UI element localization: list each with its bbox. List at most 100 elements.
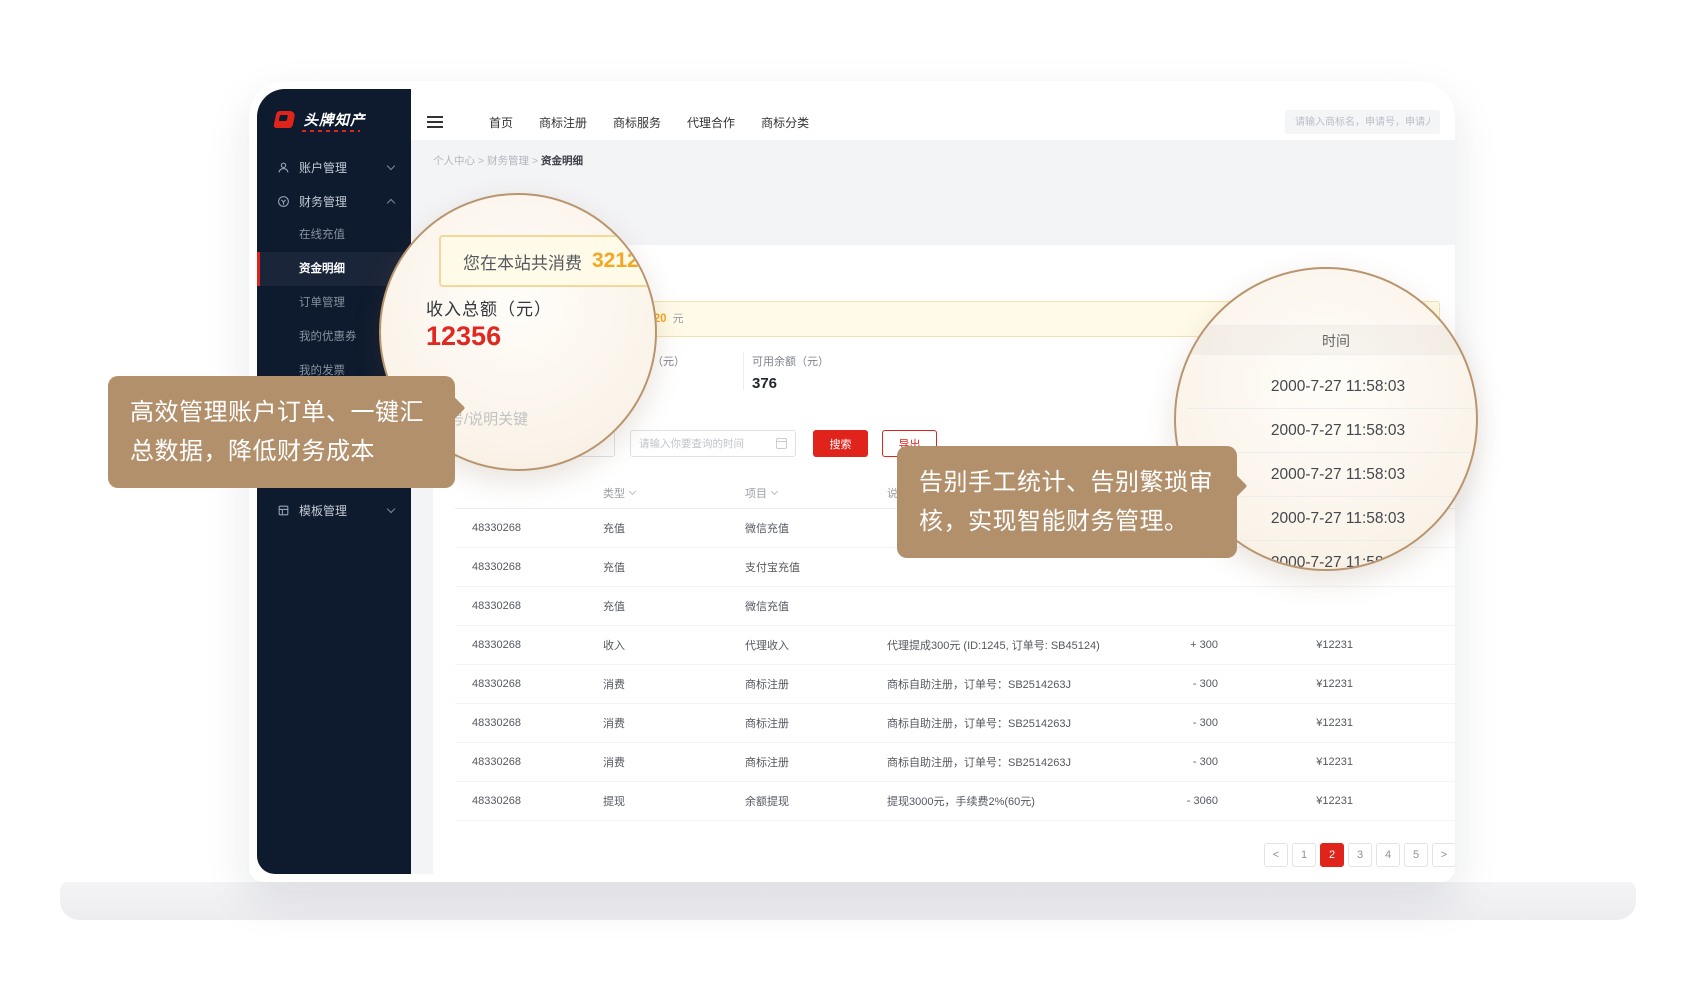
breadcrumb[interactable]: 个人中心 > 财务管理 > 资金明细 <box>433 153 583 168</box>
cell-type: 充值 <box>603 598 745 614</box>
sort-chevron-icon <box>629 488 636 495</box>
page-prev-button[interactable]: < <box>1264 843 1288 867</box>
sidebar-item-template[interactable]: 模板管理 <box>257 493 411 527</box>
nav-tab[interactable]: 商标服务 <box>613 114 661 131</box>
sort-chevron-icon <box>771 488 778 495</box>
table-row: 48330268提现余额提现提现3000元，手续费2%(60元)- 3060¥1… <box>455 782 1455 821</box>
chevron-down-icon <box>387 504 395 512</box>
cell-order: 48330268 <box>455 600 603 612</box>
breadcrumb-item[interactable]: 个人中心 <box>433 155 475 167</box>
time-filter-placeholder: 请输入你要查询的时间 <box>639 436 776 451</box>
cell-order: 48330268 <box>455 717 603 729</box>
cell-type: 收入 <box>603 637 745 653</box>
column-header-label: 类型 <box>603 485 625 501</box>
brand-tagline-dots <box>302 130 360 132</box>
table-row: 48330268消费商标注册商标自助注册，订单号：SB2514263J- 300… <box>455 665 1455 704</box>
table-row: 48330268消费商标注册商标自助注册，订单号：SB2514263J- 300… <box>455 704 1455 743</box>
page-next-button[interactable]: > <box>1432 843 1455 867</box>
cell-type: 消费 <box>603 676 745 692</box>
cell-order: 48330268 <box>455 639 603 651</box>
sidebar-item-account[interactable]: 账户管理 <box>257 150 411 184</box>
nav-tab[interactable]: 代理合作 <box>687 114 735 131</box>
banner-unit: 元 <box>673 313 684 325</box>
pagination: <12345> <box>1264 843 1455 867</box>
cell-project: 商标注册 <box>745 715 887 731</box>
cell-time: 2000-7-27 11:58:03 <box>1353 717 1455 729</box>
sidebar-subitem[interactable]: 在线充值 <box>257 218 411 252</box>
cell-amount: - 300 <box>1133 756 1218 768</box>
table-row: 48330268充值微信充值 2000-7-27 11:58:03 <box>455 587 1455 626</box>
trademark-search-input[interactable] <box>1285 110 1440 134</box>
stat-available-balance: 可用余额（元） 376 <box>752 353 829 392</box>
cell-amount: - 3060 <box>1133 795 1218 807</box>
cell-type: 消费 <box>603 715 745 731</box>
magnified-income-value: 12356 <box>426 321 501 352</box>
stat-expense-label-partial: （元） <box>652 353 685 369</box>
page-number-button[interactable]: 1 <box>1292 843 1316 867</box>
cell-type: 充值 <box>603 559 745 575</box>
topnav-tabs: 首页 商标注册 商标服务 代理合作 商标分类 <box>489 114 809 131</box>
breadcrumb-current: 资金明细 <box>541 155 583 167</box>
cell-order: 48330268 <box>455 561 603 573</box>
cell-project: 商标注册 <box>745 676 887 692</box>
page-number-button[interactable]: 4 <box>1376 843 1400 867</box>
cell-amount: + 300 <box>1133 639 1218 651</box>
calendar-icon[interactable] <box>776 438 787 449</box>
cell-balance: ¥12231 <box>1218 756 1353 768</box>
cell-desc: 商标自助注册，订单号：SB2514263J <box>887 715 1133 731</box>
cell-project: 商标注册 <box>745 754 887 770</box>
marketing-canvas: 头牌知产 账户管理 财务管理 在线充值资金 <box>0 0 1696 1002</box>
page-number-button[interactable]: 3 <box>1348 843 1372 867</box>
template-icon <box>277 504 290 517</box>
cell-time: 2000-7-27 11:58:03 <box>1353 756 1455 768</box>
cell-order: 48330268 <box>455 756 603 768</box>
magnified-banner: 您在本站共消费 32124 <box>439 235 657 287</box>
breadcrumb-separator: > <box>478 155 484 167</box>
cell-desc: 商标自助注册，订单号：SB2514263J <box>887 676 1133 692</box>
cell-desc: 商标自助注册，订单号：SB2514263J <box>887 754 1133 770</box>
cell-amount: - 300 <box>1133 717 1218 729</box>
stat-value: 376 <box>752 375 829 392</box>
laptop-base <box>60 882 1636 920</box>
cell-project: 微信充值 <box>745 598 887 614</box>
chevron-up-icon <box>387 198 395 206</box>
page-number-button[interactable]: 2 <box>1320 843 1344 867</box>
callout-right: 告别手工统计、告别繁琐审核，实现智能财务管理。 <box>897 446 1237 558</box>
cell-type: 消费 <box>603 754 745 770</box>
brand-logo-icon <box>273 111 296 128</box>
cell-balance: ¥12231 <box>1218 717 1353 729</box>
cell-type: 提现 <box>603 793 745 809</box>
cell-amount: - 300 <box>1133 678 1218 690</box>
cell-time: 2000-7-27 11:58:03 <box>1353 600 1455 612</box>
cell-type: 充值 <box>603 520 745 536</box>
cell-project: 微信充值 <box>745 520 887 536</box>
chevron-down-icon <box>387 161 395 169</box>
cell-desc: 提现3000元，手续费2%(60元) <box>887 793 1133 809</box>
user-icon <box>277 161 290 174</box>
sidebar-item-finance[interactable]: 财务管理 <box>257 184 411 218</box>
nav-tab[interactable]: 商标注册 <box>539 114 587 131</box>
cell-time: 2000-7-27 11:58:03 <box>1353 795 1455 807</box>
column-header-label: 项目 <box>745 485 767 501</box>
time-filter-input[interactable]: 请输入你要查询的时间 <box>630 430 796 457</box>
magnified-income-label: 收入总额（元） <box>426 295 552 320</box>
column-header-project[interactable]: 项目 <box>745 485 887 501</box>
callout-right-text: 告别手工统计、告别繁琐审核，实现智能财务管理。 <box>919 469 1213 535</box>
cell-project: 支付宝充值 <box>745 559 887 575</box>
cell-balance: ¥12231 <box>1218 639 1353 651</box>
search-button[interactable]: 搜索 <box>813 430 868 457</box>
callout-left-text: 高效管理账户订单、一键汇总数据，降低财务成本 <box>130 399 424 465</box>
page-number-button[interactable]: 5 <box>1404 843 1428 867</box>
nav-tab[interactable]: 首页 <box>489 114 513 131</box>
cell-balance: ¥12231 <box>1218 795 1353 807</box>
magnified-banner-text: 您在本站共消费 <box>463 249 582 274</box>
cell-project: 余额提现 <box>745 793 887 809</box>
brand-logo[interactable]: 头牌知产 <box>257 89 411 150</box>
hamburger-menu-icon[interactable] <box>427 113 443 131</box>
nav-tab[interactable]: 商标分类 <box>761 114 809 131</box>
cell-desc: 代理提成300元 (ID:1245, 订单号: SB45124) <box>887 637 1133 653</box>
magnified-time-row: 2000-7-27 11:58:03 <box>1188 365 1478 409</box>
column-header-type[interactable]: 类型 <box>603 485 745 501</box>
stat-label: 可用余额（元） <box>752 353 829 369</box>
breadcrumb-item[interactable]: 财务管理 <box>487 155 529 167</box>
